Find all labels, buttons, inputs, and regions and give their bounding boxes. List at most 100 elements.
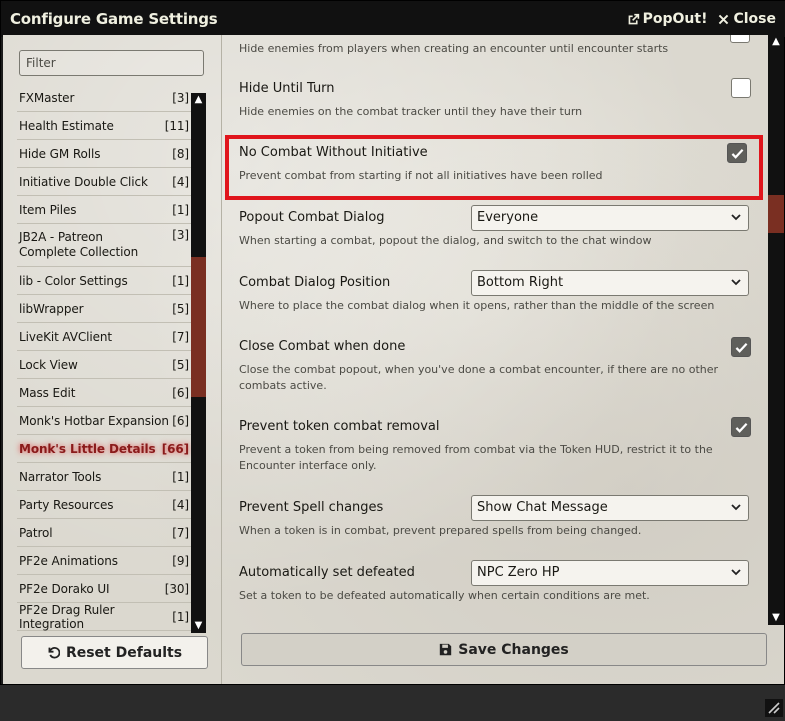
select-value: NPC Zero HP bbox=[477, 565, 560, 580]
reset-defaults-label: Reset Defaults bbox=[65, 644, 183, 661]
category-item[interactable]: lib - Color Settings [1] bbox=[17, 267, 191, 295]
close-combat-checkbox[interactable] bbox=[731, 337, 751, 357]
setting-hint: When starting a combat, popout the dialo… bbox=[239, 234, 652, 247]
category-label: JB2A - Patreon Complete Collection bbox=[19, 230, 139, 259]
scroll-up-icon[interactable]: ▲ bbox=[768, 35, 784, 49]
setting-dialog-position: Combat Dialog Position Bottom Right Wher… bbox=[239, 270, 753, 314]
setting-hint: Prevent a token from being removed from … bbox=[239, 443, 713, 472]
category-item[interactable]: PF2e Drag Ruler Integration [1] bbox=[17, 603, 191, 631]
setting-hide-until-turn: Hide Until Turn Hide enemies on the comb… bbox=[239, 78, 753, 120]
category-label: PF2e Dorako UI bbox=[19, 581, 110, 596]
category-count: [7] bbox=[172, 525, 189, 540]
resize-handle[interactable] bbox=[765, 699, 783, 717]
close-icon bbox=[719, 14, 729, 24]
category-count: [7] bbox=[172, 329, 189, 344]
category-item[interactable]: PF2e Animations [9] bbox=[17, 547, 191, 575]
no-combat-checkbox[interactable] bbox=[727, 143, 747, 163]
setting-auto-defeated: Automatically set defeated NPC Zero HP S… bbox=[239, 560, 753, 604]
category-label: Mass Edit bbox=[19, 385, 76, 400]
window-titlebar[interactable]: Configure Game Settings PopOut! Close bbox=[1, 1, 785, 37]
category-item[interactable]: Monk's Hotbar Expansion [6] bbox=[17, 407, 191, 435]
save-changes-label: Save Changes bbox=[458, 641, 569, 658]
scroll-down-icon[interactable]: ▼ bbox=[191, 619, 206, 633]
category-item[interactable]: Item Piles [1] bbox=[17, 196, 191, 224]
category-item[interactable]: PF2e Dorako UI [30] bbox=[17, 575, 191, 603]
settings-scrollbar[interactable]: ▲ ▼ bbox=[768, 35, 784, 625]
setting-close-combat: Close Combat when done Close the combat … bbox=[239, 337, 753, 394]
chevron-down-icon bbox=[731, 569, 741, 576]
scroll-down-icon[interactable]: ▼ bbox=[768, 611, 784, 625]
category-item[interactable]: Narrator Tools [1] bbox=[17, 463, 191, 491]
category-label: PF2e Drag Ruler Integration bbox=[19, 602, 115, 631]
resize-icon bbox=[768, 702, 780, 714]
category-count: [8] bbox=[172, 146, 189, 161]
category-item[interactable]: Party Resources [4] bbox=[17, 491, 191, 519]
category-item[interactable]: LiveKit AVClient [7] bbox=[17, 323, 191, 351]
setting-hint: Hide enemies from players when creating … bbox=[239, 42, 669, 55]
category-item[interactable]: JB2A - Patreon Complete Collection [3] bbox=[17, 224, 191, 267]
category-item-active[interactable]: Monk's Little Details [66] bbox=[17, 435, 191, 463]
category-label: PF2e Animations bbox=[19, 553, 118, 568]
select-value: Everyone bbox=[477, 210, 539, 225]
scroll-up-icon[interactable]: ▲ bbox=[191, 93, 206, 107]
category-label: LiveKit AVClient bbox=[19, 329, 113, 344]
setting-hidden-enemies: Hide enemies from players when creating … bbox=[239, 41, 753, 57]
category-count: [9] bbox=[172, 553, 189, 568]
setting-prevent-spell: Prevent Spell changes Show Chat Message … bbox=[239, 495, 753, 539]
category-count: [30] bbox=[164, 581, 189, 596]
category-count: [3] bbox=[172, 90, 189, 105]
chevron-down-icon bbox=[731, 504, 741, 511]
category-count: [5] bbox=[172, 301, 189, 316]
setting-hint: When a token is in combat, prevent prepa… bbox=[239, 524, 642, 537]
setting-label: Hide Until Turn bbox=[239, 81, 335, 96]
category-item[interactable]: Health Estimate [11] bbox=[17, 112, 191, 140]
settings-scroll-thumb[interactable] bbox=[768, 195, 784, 233]
category-label: Lock View bbox=[19, 357, 78, 372]
category-item[interactable]: libWrapper [5] bbox=[17, 295, 191, 323]
setting-hint: Where to place the combat dialog when it… bbox=[239, 299, 715, 312]
category-count: [6] bbox=[172, 385, 189, 400]
category-item[interactable]: Initiative Double Click [4] bbox=[17, 168, 191, 196]
save-icon bbox=[440, 643, 452, 656]
category-label: Initiative Double Click bbox=[19, 174, 148, 189]
category-count: [5] bbox=[172, 357, 189, 372]
settings-window: Configure Game Settings PopOut! Close FX… bbox=[0, 0, 785, 717]
category-count: [1] bbox=[172, 469, 189, 484]
category-item[interactable]: Hide GM Rolls [8] bbox=[17, 140, 191, 168]
category-count: [3] bbox=[172, 228, 189, 242]
undo-icon bbox=[48, 647, 60, 659]
setting-label: No Combat Without Initiative bbox=[239, 145, 428, 160]
reset-defaults-button[interactable]: Reset Defaults bbox=[21, 636, 208, 669]
prevent-spell-select[interactable]: Show Chat Message bbox=[471, 495, 749, 521]
category-item[interactable]: Patrol [7] bbox=[17, 519, 191, 547]
popout-button[interactable]: PopOut! bbox=[627, 11, 708, 27]
category-item[interactable]: Lock View [5] bbox=[17, 351, 191, 379]
category-count: [66] bbox=[161, 441, 189, 456]
category-label: Narrator Tools bbox=[19, 469, 102, 484]
setting-no-combat-initiative: No Combat Without Initiative Prevent com… bbox=[239, 143, 753, 184]
category-label: Monk's Hotbar Expansion bbox=[19, 413, 169, 428]
category-label: FXMaster bbox=[19, 90, 75, 105]
sidebar-scrollbar[interactable]: ▲ ▼ bbox=[191, 93, 206, 633]
hide-until-turn-checkbox[interactable] bbox=[731, 78, 751, 98]
category-item[interactable]: FXMaster [3] bbox=[17, 84, 191, 112]
window-title: Configure Game Settings bbox=[10, 10, 218, 28]
save-changes-button[interactable]: Save Changes bbox=[241, 633, 767, 666]
close-button[interactable]: Close bbox=[717, 11, 776, 27]
popout-combat-select[interactable]: Everyone bbox=[471, 205, 749, 231]
category-count: [4] bbox=[172, 497, 189, 512]
sidebar-scroll-thumb[interactable] bbox=[191, 257, 206, 397]
category-label: Health Estimate bbox=[19, 118, 114, 133]
popout-label: PopOut! bbox=[642, 11, 708, 27]
prevent-removal-checkbox[interactable] bbox=[731, 417, 751, 437]
dialog-position-select[interactable]: Bottom Right bbox=[471, 270, 749, 296]
close-label: Close bbox=[733, 11, 776, 27]
category-count: [1] bbox=[172, 609, 189, 624]
checkmark-icon bbox=[731, 149, 744, 159]
filter-input[interactable] bbox=[19, 50, 204, 76]
category-list: FXMaster [3] Health Estimate [11] Hide GM … bbox=[17, 84, 191, 631]
category-item[interactable]: Mass Edit [6] bbox=[17, 379, 191, 407]
category-count: [6] bbox=[172, 413, 189, 428]
auto-defeated-select[interactable]: NPC Zero HP bbox=[471, 560, 749, 586]
setting-popout-combat: Popout Combat Dialog Everyone When start… bbox=[239, 205, 753, 249]
